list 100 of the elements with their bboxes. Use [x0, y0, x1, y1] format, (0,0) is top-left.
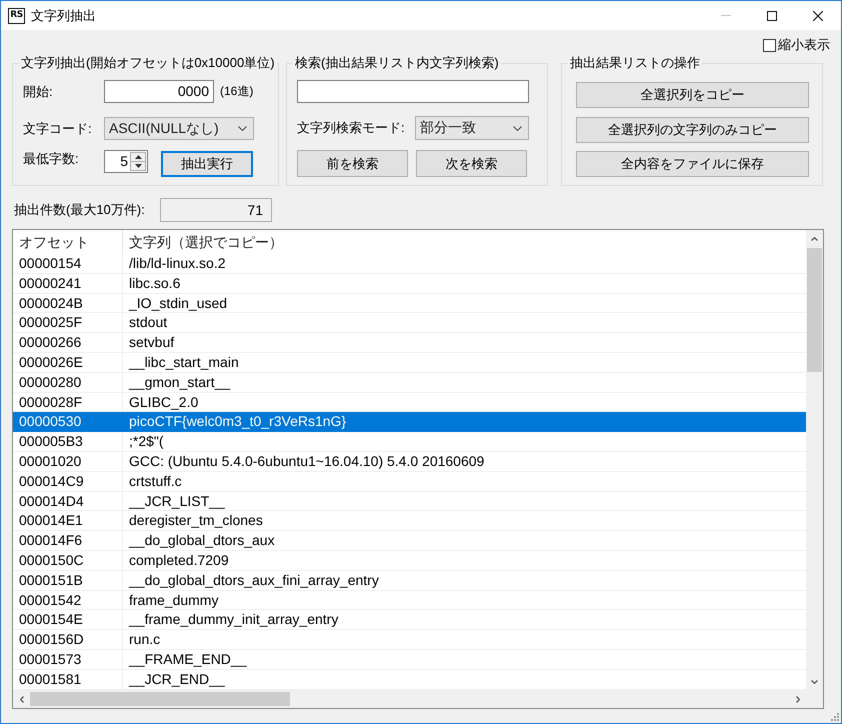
string-cell-text: _IO_stdin_used — [128, 294, 228, 312]
list-row[interactable]: 0000026E __libc_start_main — [13, 352, 806, 373]
resize-grip-icon[interactable] — [830, 712, 839, 721]
start-label: 開始: — [23, 82, 54, 100]
list-row[interactable]: 000014C9 crtstuff.c — [13, 472, 806, 492]
copy-selected-button[interactable]: 全選択列をコピー — [576, 82, 809, 108]
list-row[interactable]: 0000025F stdout — [13, 313, 806, 334]
string-cell-text: completed.7209 — [128, 550, 230, 570]
list-row[interactable]: 00001573 __FRAME_END__ — [13, 650, 806, 670]
offset-cell: 00000530 — [13, 412, 123, 432]
offset-cell: 00000154 — [13, 254, 123, 273]
spin-down-button[interactable] — [130, 162, 146, 171]
list-row[interactable]: 0000156D run.c — [13, 630, 806, 650]
string-cell-text: __FRAME_END__ — [128, 650, 248, 669]
string-cell-text: picoCTF{welc0m3_t0_r3VeRs1nG} — [128, 412, 348, 432]
string-cell-text: __do_global_dtors_aux_fini_array_entry — [128, 570, 380, 590]
string-cell-text: setvbuf — [128, 333, 176, 352]
offset-cell: 00001542 — [13, 590, 123, 610]
string-cell-text: crtstuff.c — [128, 472, 183, 491]
list-row[interactable]: 00000530 picoCTF{welc0m3_t0_r3VeRs1nG} — [13, 412, 806, 432]
list-row[interactable]: 00000266 setvbuf — [13, 333, 806, 353]
offset-cell: 0000150C — [13, 550, 123, 570]
offset-cell: 0000028F — [13, 392, 123, 412]
list-row[interactable]: 000014E1 deregister_tm_clones — [13, 511, 806, 532]
scrollbar-thumb[interactable] — [30, 692, 290, 706]
list-row[interactable]: 0000154E __frame_dummy_init_array_entry — [13, 610, 806, 630]
group-title: 抽出結果リストの操作 — [569, 55, 701, 71]
offset-cell: 000014E1 — [13, 511, 123, 530]
window-title: 文字列抽出 — [31, 6, 96, 24]
offset-cell: 00000280 — [13, 372, 123, 392]
triangle-down-icon — [134, 164, 142, 168]
find-next-button[interactable]: 次を検索 — [416, 150, 527, 177]
offset-cell: 0000026E — [13, 352, 123, 372]
list-row[interactable]: 00000280 __gmon_start__ — [13, 372, 806, 393]
encoding-label: 文字コード: — [23, 120, 93, 138]
result-count-field: 71 — [160, 198, 272, 222]
app-logo: RS — [8, 8, 25, 24]
spin-up-button[interactable] — [130, 152, 146, 162]
list-row[interactable]: 0000150C completed.7209 — [13, 550, 806, 571]
list-row[interactable]: 00001020 GCC: (Ubuntu 5.4.0-6ubuntu1~16.04.10) 5.4.0 20160609 — [13, 452, 806, 472]
string-cell-text: /lib/ld-linux.so.2 — [128, 254, 226, 273]
string-cell-text: ;*2$"( — [128, 432, 165, 451]
string-cell-text: __libc_start_main — [128, 352, 240, 372]
string-cell-text: __JCR_END__ — [128, 670, 226, 689]
list-row[interactable]: 0000024B _IO_stdin_used — [13, 294, 806, 314]
offset-cell: 0000151B — [13, 570, 123, 590]
chevron-right-icon — [796, 696, 800, 702]
chevron-left-icon — [20, 696, 24, 702]
column-header[interactable]: オフセット — [13, 230, 123, 254]
chevron-down-icon — [238, 126, 247, 131]
string-cell-text: frame_dummy — [128, 590, 220, 610]
list-row[interactable]: 00001542 frame_dummy — [13, 590, 806, 610]
list-row[interactable]: 00000154 /lib/ld-linux.so.2 — [13, 254, 806, 274]
group-title: 検索(抽出結果リスト内文字列検索) — [294, 55, 500, 71]
copy-strings-button[interactable]: 全選択列の文字列のみコピー — [576, 117, 809, 143]
offset-cell: 0000025F — [13, 313, 123, 332]
compact-view-checkbox[interactable]: 縮小表示 — [763, 37, 830, 53]
offset-cell: 00001573 — [13, 650, 123, 669]
string-cell-text: libc.so.6 — [128, 274, 182, 293]
min-length-spinner[interactable]: 5 — [104, 150, 148, 173]
result-count-label: 抽出件数(最大10万件): — [14, 201, 146, 219]
string-cell-text: GLIBC_2.0 — [128, 392, 200, 412]
offset-cell: 00001020 — [13, 452, 123, 471]
list-row[interactable]: 000014D4 __JCR_LIST__ — [13, 492, 806, 512]
offset-cell: 0000024B — [13, 294, 123, 312]
scrollbar-thumb[interactable] — [807, 248, 822, 372]
list-row[interactable]: 000014F6 __do_global_dtors_aux — [13, 531, 806, 551]
encoding-dropdown[interactable]: ASCII(NULLなし) — [104, 117, 254, 140]
chevron-down-icon — [811, 680, 818, 684]
extract-button[interactable]: 抽出実行 — [161, 151, 253, 177]
offset-cell: 000005B3 — [13, 432, 123, 451]
column-header[interactable]: 文字列（選択でコピー） — [123, 230, 806, 254]
string-cell-text: __JCR_LIST__ — [128, 492, 226, 510]
offset-cell: 000014D4 — [13, 492, 123, 510]
save-to-file-button[interactable]: 全内容をファイルに保存 — [576, 151, 809, 177]
offset-cell: 00000266 — [13, 333, 123, 352]
string-cell-text: GCC: (Ubuntu 5.4.0-6ubuntu1~16.04.10) 5.4.0 20160609 — [128, 452, 486, 471]
string-cell-text: run.c — [128, 630, 162, 649]
string-cell-text: __do_global_dtors_aux — [128, 531, 276, 550]
search-field[interactable] — [297, 80, 529, 103]
string-cell-text: __frame_dummy_init_array_entry — [128, 610, 340, 630]
offset-cell: 0000154E — [13, 610, 123, 630]
min-length-label: 最低字数: — [23, 150, 80, 168]
search-mode-dropdown[interactable]: 部分一致 — [415, 116, 529, 140]
find-previous-button[interactable]: 前を検索 — [297, 150, 408, 177]
list-row[interactable]: 0000151B __do_global_dtors_aux_fini_array_entry — [13, 570, 806, 591]
offset-cell: 0000156D — [13, 630, 123, 649]
offset-cell: 00000241 — [13, 274, 123, 293]
string-cell-text: deregister_tm_clones — [128, 511, 264, 530]
horizontal-scrollbar[interactable] — [13, 690, 806, 708]
vertical-scrollbar[interactable] — [806, 230, 823, 690]
hex-unit-label: (16進) — [220, 83, 254, 100]
search-mode-label: 文字列検索モード: — [297, 119, 406, 137]
group-title: 文字列抽出(開始オフセットは0x10000単位) — [20, 55, 276, 71]
list-row[interactable]: 000005B3 ;*2$"( — [13, 432, 806, 452]
triangle-up-icon — [134, 155, 142, 159]
chevron-up-icon — [811, 236, 818, 240]
list-row[interactable]: 00000241 libc.so.6 — [13, 274, 806, 294]
start-offset-field[interactable]: 0000 — [104, 80, 214, 103]
string-cell-text: __gmon_start__ — [128, 372, 232, 392]
